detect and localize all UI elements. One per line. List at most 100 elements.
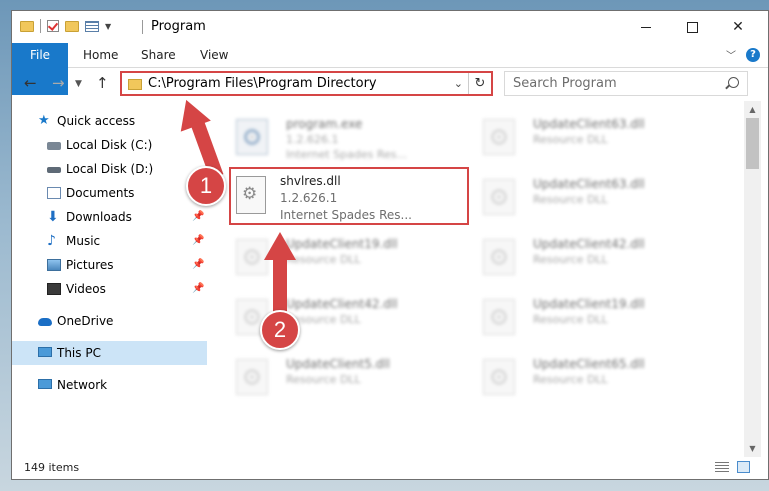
ribbon: File Home Share View ﹀ ?	[12, 43, 768, 95]
download-arrow-icon: ⬇	[47, 209, 59, 225]
pin-icon[interactable]: 📌	[192, 253, 204, 277]
file-name: UpdateClient63.dll	[533, 117, 645, 131]
sidebar-item-music[interactable]: ♪ Music 📌	[12, 229, 207, 253]
sidebar-item-label: Videos	[66, 282, 106, 296]
file-type: Resource DLL	[533, 193, 608, 206]
sidebar-item-label: Local Disk (D:)	[66, 162, 154, 176]
up-arrow-icon[interactable]: ↑	[96, 74, 109, 92]
music-note-icon: ♪	[47, 233, 56, 249]
sidebar-item-documents[interactable]: Documents	[12, 181, 207, 205]
file-item[interactable]: UpdateClient65.dll Resource DLL	[469, 351, 704, 403]
vertical-scrollbar[interactable]: ▲ ▼	[744, 101, 761, 457]
pin-icon[interactable]: 📌	[192, 205, 204, 229]
refresh-icon[interactable]: ↻	[468, 73, 491, 94]
details-view-icon[interactable]	[715, 462, 729, 473]
tab-home[interactable]: Home	[83, 43, 118, 67]
help-icon[interactable]: ?	[746, 47, 760, 62]
network-icon	[38, 379, 52, 389]
address-bar[interactable]: C:\Program Files\Program Directory ⌄ ↻	[120, 71, 493, 96]
file-item[interactable]: program.exe 1.2.626.1 Internet Spades Re…	[222, 111, 457, 163]
folder-icon	[128, 79, 142, 90]
film-strip-icon	[47, 283, 61, 295]
file-item[interactable]: UpdateClient63.dll Resource DLL	[469, 111, 704, 163]
title-divider	[142, 20, 143, 34]
file-type: Resource DLL	[533, 133, 608, 146]
sidebar-item-network[interactable]: Network	[12, 373, 207, 397]
highlighted-file-item[interactable]: shvlres.dll 1.2.626.1 Internet Spades Re…	[229, 167, 469, 225]
address-path[interactable]: C:\Program Files\Program Directory	[148, 76, 377, 91]
status-bar: 149 items	[12, 457, 768, 479]
properties-check-icon[interactable]	[47, 20, 59, 32]
sidebar-item-label: Local Disk (C:)	[66, 138, 153, 152]
maximize-button[interactable]	[669, 11, 715, 43]
scroll-down-arrow-icon[interactable]: ▼	[744, 440, 761, 457]
file-item[interactable]: UpdateClient42.dll Resource DLL	[469, 231, 704, 283]
sidebar-item-downloads[interactable]: ⬇ Downloads 📌	[12, 205, 207, 229]
file-description: Internet Spades Res...	[286, 148, 407, 161]
dll-file-icon	[483, 239, 515, 275]
maximize-icon	[686, 21, 698, 33]
scroll-up-arrow-icon[interactable]: ▲	[744, 101, 761, 118]
expand-ribbon-chevron-icon[interactable]: ﹀	[726, 47, 736, 62]
navigation-pane: ★ Quick access Local Disk (C:) Local Dis…	[12, 101, 207, 457]
file-name: program.exe	[286, 117, 363, 131]
item-count: 149 items	[24, 461, 80, 474]
search-icon[interactable]	[728, 77, 739, 88]
scroll-thumb[interactable]	[746, 118, 759, 169]
properties-icon[interactable]	[85, 20, 99, 32]
sidebar-item-local-disk-d[interactable]: Local Disk (D:)	[12, 157, 207, 181]
tab-share[interactable]: Share	[141, 43, 176, 67]
folder-icon[interactable]	[20, 20, 34, 32]
new-folder-icon[interactable]	[65, 20, 79, 32]
sidebar-item-local-disk-c[interactable]: Local Disk (C:)	[12, 133, 207, 157]
back-arrow-icon[interactable]: ←	[24, 74, 37, 92]
file-item[interactable]: UpdateClient63.dll Resource DLL	[469, 171, 704, 223]
dll-file-icon	[483, 119, 515, 155]
recent-locations-dropdown-icon[interactable]: ▼	[75, 79, 82, 89]
annotation-arrow-2-head	[264, 232, 296, 260]
file-name: UpdateClient19.dll	[286, 237, 398, 251]
pin-icon[interactable]: 📌	[192, 277, 204, 301]
file-name: shvlres.dll	[280, 174, 341, 188]
file-type: Resource DLL	[533, 373, 608, 386]
minimize-button[interactable]	[623, 11, 669, 43]
file-item[interactable]: UpdateClient5.dll Resource DLL	[222, 351, 457, 403]
annotation-arrow-2-shaft	[273, 258, 287, 316]
computer-monitor-icon	[38, 347, 52, 357]
file-item[interactable]: UpdateClient19.dll Resource DLL	[222, 231, 457, 283]
dll-file-icon	[236, 359, 268, 395]
sidebar-item-label: Pictures	[66, 258, 114, 272]
sidebar-item-label: This PC	[57, 346, 101, 360]
tab-view[interactable]: View	[200, 43, 228, 67]
search-placeholder[interactable]: Search Program	[513, 76, 617, 91]
file-name: UpdateClient63.dll	[533, 177, 645, 191]
pin-icon[interactable]: 📌	[192, 229, 204, 253]
hard-drive-icon	[47, 142, 61, 150]
customize-toolbar-dropdown-icon[interactable]: ▼	[105, 22, 111, 31]
title-bar: ▼ Program ✕	[12, 11, 768, 43]
file-item[interactable]: UpdateClient42.dll Resource DLL	[222, 291, 457, 343]
file-type: Resource DLL	[533, 313, 608, 326]
application-icon	[236, 119, 268, 155]
dll-file-icon	[483, 299, 515, 335]
sidebar-item-onedrive[interactable]: OneDrive	[12, 309, 207, 333]
dll-file-icon	[483, 179, 515, 215]
sidebar-item-this-pc[interactable]: This PC	[12, 341, 207, 365]
explorer-window: ▼ Program ✕ File Home Share View ﹀ ? ← →…	[11, 10, 769, 480]
forward-arrow-icon[interactable]: →	[52, 74, 65, 92]
file-item[interactable]: UpdateClient19.dll Resource DLL	[469, 291, 704, 343]
address-dropdown-icon[interactable]: ⌄	[454, 77, 463, 90]
sidebar-item-pictures[interactable]: Pictures 📌	[12, 253, 207, 277]
sidebar-item-videos[interactable]: Videos 📌	[12, 277, 207, 301]
file-name: UpdateClient42.dll	[286, 297, 398, 311]
cloud-icon	[38, 318, 52, 326]
large-icons-view-icon[interactable]	[737, 461, 750, 473]
dll-file-icon	[483, 359, 515, 395]
file-version: 1.2.626.1	[280, 191, 338, 205]
search-box[interactable]: Search Program	[504, 71, 748, 96]
sidebar-item-label: OneDrive	[57, 314, 114, 328]
quick-access-toolbar: ▼	[20, 19, 111, 33]
window-title: Program	[151, 19, 206, 34]
ribbon-controls: ﹀ ?	[726, 47, 760, 62]
close-button[interactable]: ✕	[715, 11, 761, 43]
